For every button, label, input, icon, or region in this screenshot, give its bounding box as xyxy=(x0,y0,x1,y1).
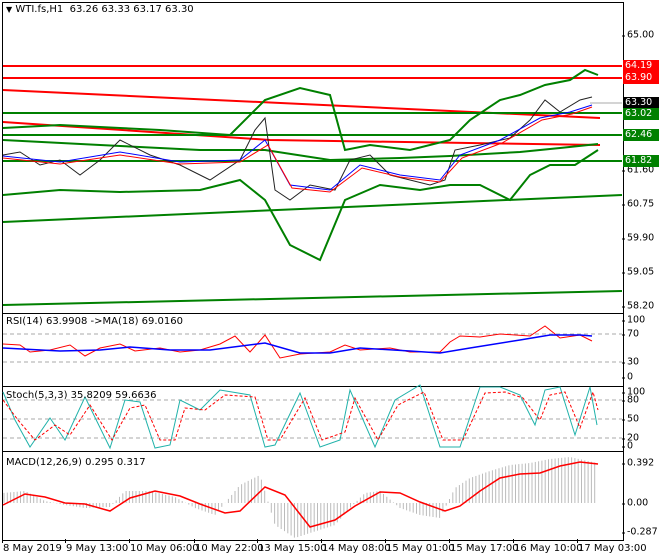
red-trendline-lower xyxy=(2,121,601,146)
level-label: 61.82 xyxy=(623,155,659,167)
rsi-tick: 0 xyxy=(621,371,634,383)
green-trendline-support xyxy=(2,194,623,223)
price-tick: 59.05 xyxy=(621,266,655,278)
rsi-ma-line xyxy=(2,334,593,354)
level-label: 63.90 xyxy=(623,72,659,84)
rsi-tick: 70 xyxy=(621,328,640,340)
time-tick: 10 May 06:00 xyxy=(129,539,199,554)
time-tick: 14 May 08:00 xyxy=(321,539,391,554)
moving-average-blue xyxy=(2,104,593,191)
stoch-tick: 0 xyxy=(621,440,634,452)
triangle-down-icon[interactable]: ▼ xyxy=(6,5,12,14)
time-tick: 17 May 03:00 xyxy=(577,539,647,554)
time-tick: 16 May 10:00 xyxy=(513,539,583,554)
price-tick: 59.90 xyxy=(621,232,655,244)
trading-chart-window: ▼ WTI.fs,H1 63.26 63.33 63.17 63.30 RSI(… xyxy=(0,0,660,560)
macd-tick: 0.392 xyxy=(621,457,655,469)
stoch-tick: 50 xyxy=(621,413,640,425)
price-tick: 60.75 xyxy=(621,198,655,210)
bollinger-lower xyxy=(2,149,599,262)
price-tick: 65.00 xyxy=(621,29,655,41)
green-trendline-bottom xyxy=(2,290,623,306)
macd-tick: 0.00 xyxy=(621,497,649,509)
moving-average-red xyxy=(2,106,593,193)
macd-title: MACD(12,26,9) 0.295 0.317 xyxy=(6,457,146,468)
ohlc-values: 63.26 63.33 63.17 63.30 xyxy=(69,4,194,15)
price-tick: 58.20 xyxy=(621,300,655,312)
stoch-tick: 80 xyxy=(621,394,640,406)
level-label: 64.19 xyxy=(623,60,659,72)
rsi-tick: 30 xyxy=(621,356,640,368)
chart-drawing xyxy=(2,65,623,538)
time-tick: 15 May 01:00 xyxy=(385,539,455,554)
chart-title[interactable]: ▼ WTI.fs,H1 63.26 63.33 63.17 63.30 xyxy=(6,4,194,15)
symbol-label: WTI.fs,H1 xyxy=(15,4,64,15)
level-label: 63.02 xyxy=(623,108,659,120)
macd-tick: -0.287 xyxy=(622,526,658,538)
macd-histogram xyxy=(3,457,596,538)
time-tick: 8 May 2019 xyxy=(2,539,62,554)
time-tick: 10 May 22:00 xyxy=(194,539,264,554)
stoch-title: Stoch(5,3,3) 35.8209 59.6636 xyxy=(6,390,157,401)
time-tick: 15 May 17:00 xyxy=(449,539,519,554)
level-label: 62.46 xyxy=(623,129,659,141)
rsi-title: RSI(14) 63.9908 ->MA(18) 69.0160 xyxy=(6,316,183,327)
time-tick: 13 May 15:00 xyxy=(257,539,327,554)
rsi-tick: 100 xyxy=(621,314,646,326)
time-tick: 9 May 13:00 xyxy=(64,539,129,554)
